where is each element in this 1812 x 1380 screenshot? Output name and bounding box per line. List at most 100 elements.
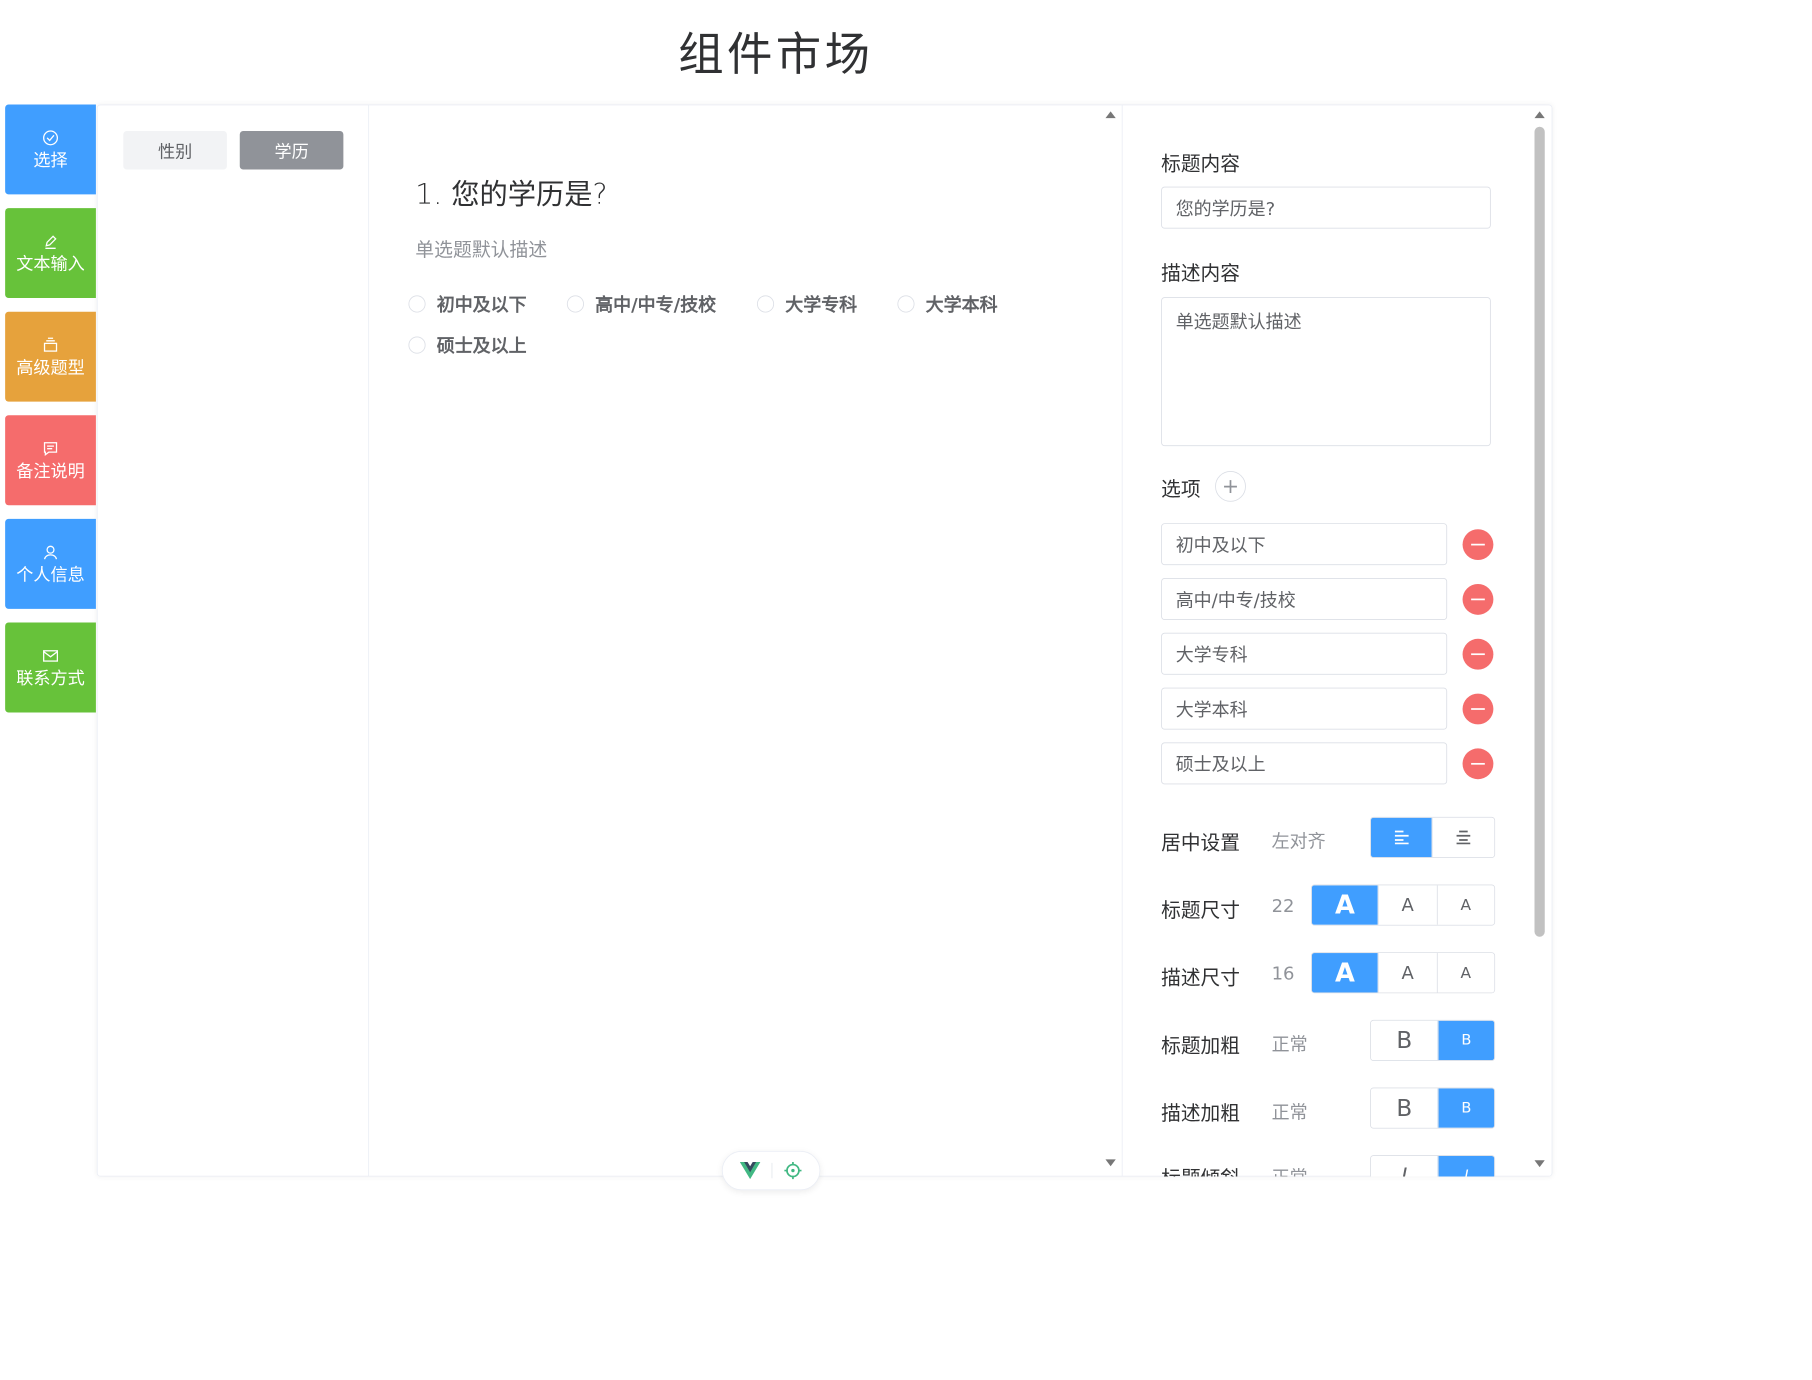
radio-option[interactable]: 大学本科: [897, 291, 998, 317]
description-bold-toggle: B B: [1370, 1087, 1496, 1129]
minus-icon: [1471, 762, 1485, 765]
question-title[interactable]: 1. 您的学历是?: [415, 171, 607, 212]
remove-option-button[interactable]: [1462, 693, 1494, 725]
size-large-button[interactable]: A: [1311, 953, 1379, 993]
nav-item-select[interactable]: 选择: [5, 104, 96, 195]
title-bold-label: 标题加粗: [1161, 1035, 1240, 1058]
minus-icon: [1471, 653, 1485, 656]
title-bold-value: 正常: [1271, 1034, 1308, 1055]
title-italic-value: 正常: [1272, 1164, 1308, 1176]
devtools-bar: [721, 1150, 821, 1191]
minus-icon: [1471, 708, 1485, 710]
radio-option-label: 高中/中专/技校: [595, 294, 717, 316]
align-toggle: [1370, 816, 1496, 859]
option-input[interactable]: 初中及以下: [1161, 523, 1448, 566]
radio-option[interactable]: 大学专科: [756, 291, 858, 317]
description-bold-label: 描述加粗: [1161, 1102, 1240, 1126]
radio-option[interactable]: 初中及以下: [408, 291, 527, 317]
title-size-toggle: A A A: [1310, 884, 1496, 926]
radio-circle[interactable]: [897, 295, 915, 313]
description-size-label: 描述尺寸: [1161, 967, 1240, 990]
option-input[interactable]: 高中/中专/技校: [1161, 578, 1448, 620]
size-small-button[interactable]: A: [1436, 885, 1495, 925]
option-input[interactable]: 大学本科: [1161, 687, 1448, 730]
plus-icon: +: [1221, 474, 1240, 499]
description-size-value: 16: [1271, 963, 1295, 984]
description-textarea[interactable]: 单选题默认描述: [1161, 297, 1491, 447]
radio-option[interactable]: 高中/中专/技校: [566, 291, 717, 317]
remove-option-button[interactable]: [1462, 638, 1494, 670]
bold-button[interactable]: B: [1437, 1088, 1495, 1128]
size-small-button[interactable]: A: [1436, 953, 1495, 993]
align-left-icon: [1394, 830, 1409, 845]
canvas-scroll-up[interactable]: [1105, 111, 1116, 119]
nav-item-contact[interactable]: 联系方式: [5, 622, 96, 713]
nav-item-personal-info[interactable]: 个人信息: [5, 518, 96, 609]
nav-item-label: 文本输入: [16, 253, 85, 274]
canvas-scroll-down[interactable]: [1105, 1159, 1116, 1167]
check-circle-icon: [43, 129, 59, 145]
nav-item-label: 备注说明: [16, 460, 85, 481]
title-content-label: 标题内容: [1161, 153, 1240, 176]
vue-logo-icon[interactable]: [740, 1161, 761, 1180]
option-input[interactable]: 大学专科: [1161, 632, 1448, 675]
description-bold-value: 正常: [1271, 1102, 1308, 1123]
minus-icon: [1471, 598, 1485, 601]
props-scroll-up[interactable]: [1534, 111, 1545, 119]
title-size-label: 标题尺寸: [1161, 899, 1240, 923]
size-medium-button[interactable]: A: [1378, 953, 1437, 993]
component-chip-education[interactable]: 学历: [239, 131, 344, 170]
radio-option[interactable]: 硕士及以上: [408, 332, 527, 358]
description-content-label: 描述内容: [1161, 262, 1240, 286]
minus-icon: [1471, 543, 1485, 546]
size-medium-button[interactable]: A: [1378, 885, 1437, 925]
radio-circle[interactable]: [566, 295, 584, 313]
nav-item-advanced[interactable]: 高级题型: [5, 311, 96, 402]
description-size-toggle: A A A: [1310, 952, 1496, 994]
title-italic-label: 标题倾斜: [1161, 1162, 1240, 1177]
nav-item-label: 联系方式: [16, 667, 85, 689]
nav-item-text-input[interactable]: 文本输入: [5, 208, 96, 298]
nav-item-label: 个人信息: [16, 563, 85, 585]
nav-item-label: 高级题型: [16, 356, 85, 378]
align-left-button[interactable]: [1370, 817, 1432, 858]
properties-panel: 标题内容 您的学历是? 描述内容 单选题默认描述 选项 + 初中及以下 高中/中…: [1121, 104, 1537, 1177]
option-input[interactable]: 硕士及以上: [1161, 742, 1448, 785]
props-scrollbar-thumb[interactable]: [1534, 126, 1545, 937]
title-input[interactable]: 您的学历是?: [1161, 186, 1491, 229]
nav-item-notes[interactable]: 备注说明: [5, 415, 96, 506]
box-icon: [43, 337, 58, 352]
title-size-value: 22: [1271, 895, 1295, 917]
bold-normal-button[interactable]: B: [1370, 1088, 1438, 1128]
target-icon[interactable]: [783, 1161, 802, 1180]
props-scroll-down[interactable]: [1534, 1160, 1545, 1168]
radio-circle[interactable]: [756, 295, 775, 313]
title-bold-toggle: B B: [1370, 1019, 1496, 1061]
size-large-button[interactable]: A: [1311, 885, 1379, 925]
align-value: 左对齐: [1271, 831, 1326, 853]
radio-option-label: 大学本科: [925, 294, 998, 316]
italic-button[interactable]: I: [1437, 1156, 1495, 1177]
align-label: 居中设置: [1161, 832, 1240, 855]
comment-icon: [43, 441, 58, 456]
bold-normal-button[interactable]: B: [1370, 1020, 1438, 1061]
remove-option-button[interactable]: [1462, 583, 1494, 615]
page-title: 组件市场: [678, 29, 874, 82]
edit-pen-icon: [45, 235, 57, 249]
align-center-icon: [1456, 830, 1471, 845]
options-label: 选项: [1161, 478, 1201, 501]
nav-item-label: 选择: [33, 149, 68, 170]
bold-button[interactable]: B: [1437, 1020, 1495, 1061]
align-center-button[interactable]: [1431, 817, 1495, 858]
radio-circle[interactable]: [408, 336, 426, 354]
radio-circle[interactable]: [408, 295, 426, 313]
add-option-button[interactable]: +: [1215, 470, 1246, 502]
component-chip-gender[interactable]: 性别: [123, 131, 227, 170]
radio-option-label: 大学专科: [785, 294, 858, 316]
radio-option-label: 初中及以下: [436, 294, 527, 316]
question-description: 单选题默认描述: [415, 239, 548, 262]
italic-normal-button[interactable]: I: [1370, 1156, 1438, 1177]
remove-option-button[interactable]: [1462, 748, 1494, 780]
remove-option-button[interactable]: [1462, 529, 1494, 561]
mail-icon: [43, 649, 59, 662]
